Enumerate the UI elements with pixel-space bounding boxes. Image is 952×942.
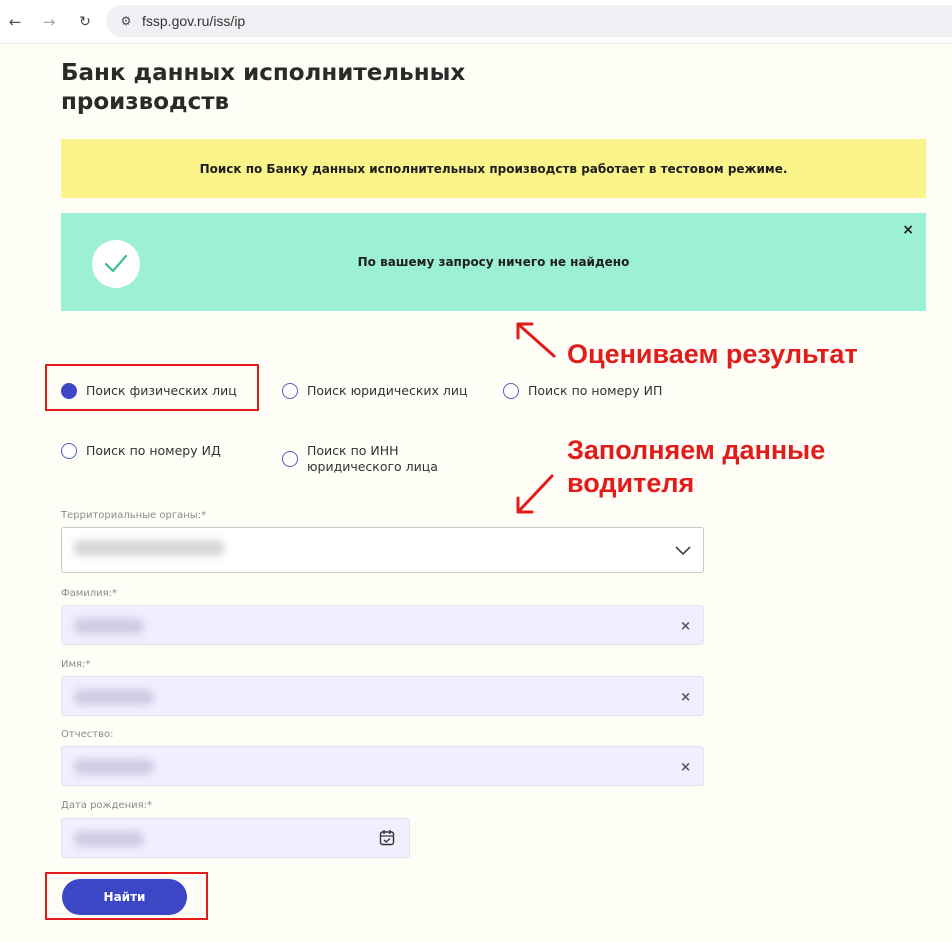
radio-label: Поиск по ИНН юридического лица	[307, 443, 438, 474]
radio-dot-checked[interactable]	[61, 383, 77, 399]
chevron-down-icon	[675, 546, 691, 556]
territory-select[interactable]	[61, 527, 704, 573]
clear-icon[interactable]: ×	[680, 690, 691, 705]
annotation-evaluate-result: Оцениваем результат	[567, 339, 858, 369]
name-label: Имя:*	[61, 659, 91, 670]
address-bar[interactable]: ⚙ fssp.gov.ru/iss/ip	[106, 5, 952, 37]
find-button[interactable]: Найти	[62, 879, 187, 915]
test-mode-notice: Поиск по Банку данных исполнительных про…	[61, 139, 926, 198]
redacted-value	[74, 618, 144, 634]
radio-label: Поиск по номеру ИП	[528, 383, 663, 398]
redacted-value	[74, 831, 144, 847]
clear-icon[interactable]: ×	[680, 619, 691, 634]
calendar-icon[interactable]	[379, 829, 395, 846]
patronymic-label: Отчество:	[61, 729, 114, 740]
radio-label: Поиск по номеру ИД	[86, 443, 221, 458]
birthdate-label: Дата рождения:*	[61, 800, 153, 811]
result-banner: По вашему запросу ничего не найдено ×	[61, 213, 926, 311]
radio-search-inn[interactable]: Поиск по ИНН юридического лица	[282, 443, 452, 475]
redacted-value	[74, 540, 224, 556]
radio-dot[interactable]	[282, 383, 298, 399]
url-text: fssp.gov.ru/iss/ip	[142, 13, 246, 29]
forward-arrow-icon[interactable]: →	[38, 11, 60, 33]
redacted-value	[74, 759, 154, 775]
radio-search-id-number[interactable]: Поиск по номеру ИД	[61, 443, 221, 459]
site-settings-icon[interactable]: ⚙	[118, 13, 134, 29]
result-message: По вашему запросу ничего не найдено	[357, 255, 630, 269]
page-title: Банк данных исполнительных производств	[61, 60, 466, 115]
birthdate-field[interactable]	[61, 818, 410, 858]
back-arrow-icon[interactable]: ←	[4, 11, 26, 33]
reload-icon[interactable]: ↻	[74, 11, 96, 33]
close-icon[interactable]: ×	[902, 222, 914, 238]
radio-label: Поиск юридических лиц	[307, 383, 468, 398]
annotation-arrow-up-left-icon	[516, 322, 556, 358]
territory-label: Территориальные органы:*	[61, 510, 207, 521]
name-field[interactable]: ×	[61, 676, 704, 716]
annotation-arrow-down-left-icon	[516, 474, 554, 514]
annotation-fill-driver: Заполняем данные водителя	[567, 435, 826, 498]
browser-toolbar: ← → ↻ ⚙ fssp.gov.ru/iss/ip	[0, 0, 952, 44]
radio-dot[interactable]	[503, 383, 519, 399]
surname-field[interactable]: ×	[61, 605, 704, 645]
radio-dot[interactable]	[282, 451, 298, 467]
radio-search-individuals[interactable]: Поиск физических лиц	[61, 383, 237, 399]
radio-search-ip-number[interactable]: Поиск по номеру ИП	[503, 383, 662, 399]
radio-search-legal-entities[interactable]: Поиск юридических лиц	[282, 383, 468, 399]
radio-label: Поиск физических лиц	[86, 383, 237, 398]
redacted-value	[74, 689, 154, 705]
clear-icon[interactable]: ×	[680, 760, 691, 775]
radio-dot[interactable]	[61, 443, 77, 459]
surname-label: Фамилия:*	[61, 588, 118, 599]
test-mode-notice-text: Поиск по Банку данных исполнительных про…	[199, 161, 788, 176]
patronymic-field[interactable]: ×	[61, 746, 704, 786]
